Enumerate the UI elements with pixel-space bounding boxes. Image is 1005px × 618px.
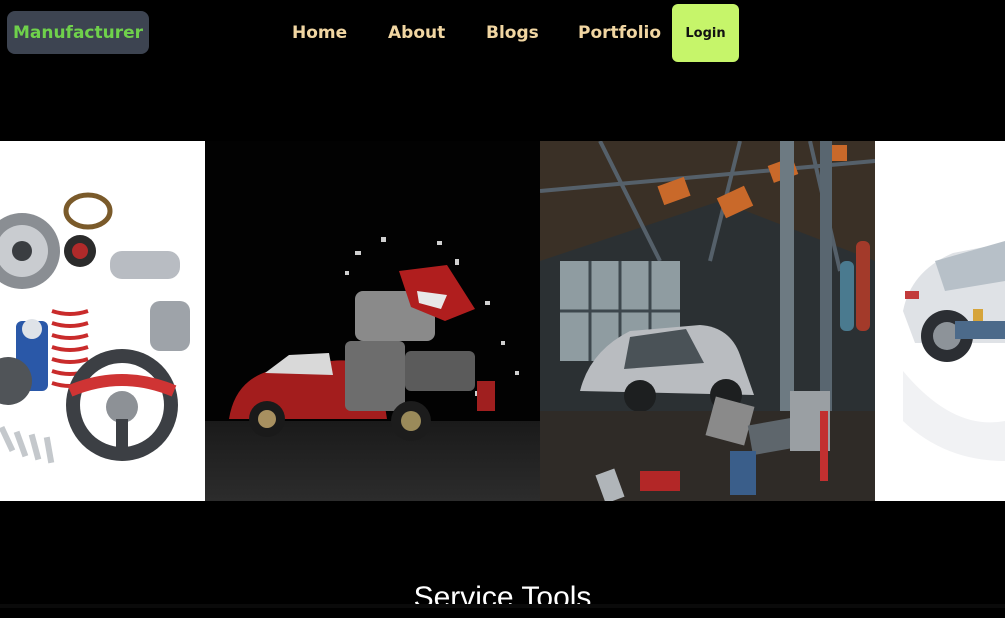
divider xyxy=(0,604,1005,608)
nav-link-portfolio[interactable]: Portfolio xyxy=(578,20,661,46)
navbar: Manufacturer Home About Blogs Portfolio … xyxy=(0,0,1005,66)
nav-link-about[interactable]: About xyxy=(388,20,445,46)
brand-button[interactable]: Manufacturer xyxy=(7,11,149,54)
login-button[interactable]: Login xyxy=(672,4,739,62)
slide-garage-image xyxy=(540,141,875,501)
nav-link-blogs[interactable]: Blogs xyxy=(486,20,539,46)
slide-exploded-car-image xyxy=(205,141,540,501)
nav-link-home[interactable]: Home xyxy=(292,20,347,46)
section-title: Service Tools xyxy=(413,581,592,614)
image-carousel[interactable] xyxy=(0,141,1005,501)
slide-car-cutaway-image xyxy=(875,141,1005,501)
slide-auto-parts-image xyxy=(0,141,205,501)
